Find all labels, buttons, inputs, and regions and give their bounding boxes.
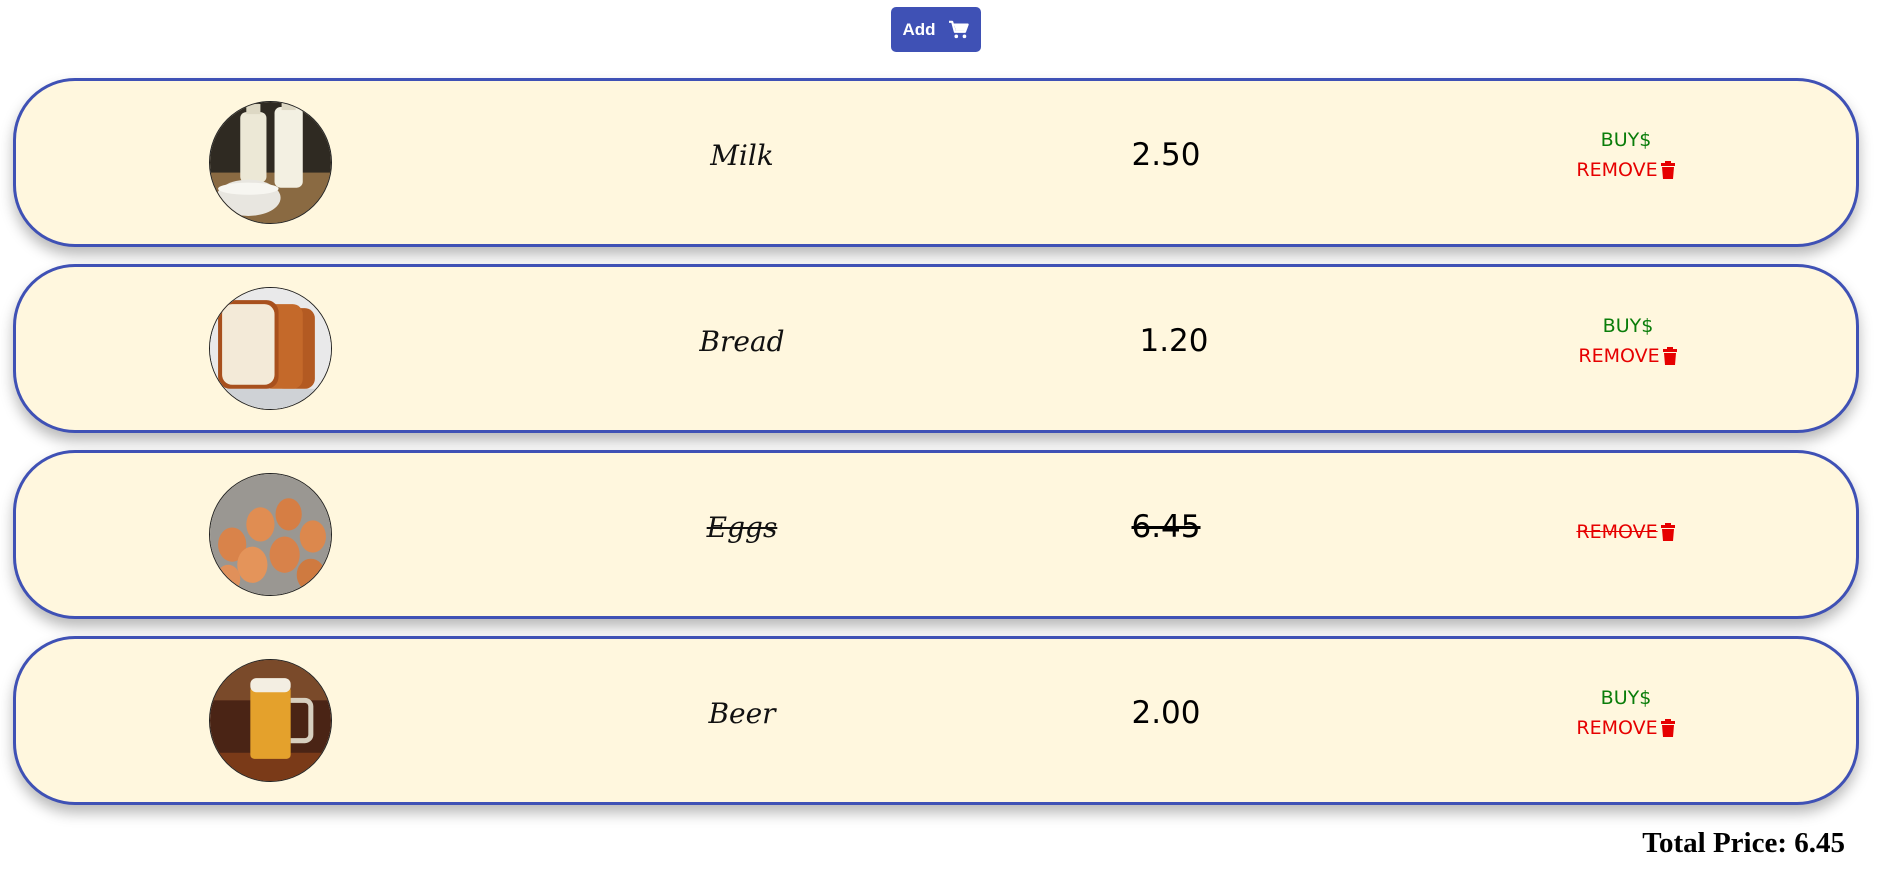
milk-image bbox=[209, 101, 332, 224]
remove-label: REMOVE bbox=[1576, 159, 1658, 181]
item-price: 6.45 bbox=[1131, 509, 1201, 545]
add-button-wrapper: Add bbox=[891, 7, 981, 52]
trash-icon bbox=[1662, 347, 1677, 365]
remove-label: REMOVE bbox=[1576, 521, 1658, 543]
item-name: Milk bbox=[710, 139, 774, 172]
remove-button[interactable]: REMOVE bbox=[1578, 345, 1677, 367]
item-name: Beer bbox=[708, 697, 776, 730]
trash-icon bbox=[1660, 523, 1675, 541]
buy-button[interactable]: BUY$ bbox=[1516, 129, 1736, 151]
total-price: Total Price: 6.45 bbox=[1642, 827, 1845, 859]
remove-button[interactable]: REMOVE bbox=[1576, 521, 1675, 543]
remove-label: REMOVE bbox=[1576, 717, 1658, 739]
item-actions: REMOVE bbox=[1516, 521, 1736, 543]
item-price: 1.20 bbox=[1139, 323, 1209, 359]
item-name: Eggs bbox=[706, 511, 778, 544]
item-price: 2.50 bbox=[1131, 137, 1201, 173]
cart-icon bbox=[948, 20, 969, 38]
item-actions: BUY$ REMOVE bbox=[1518, 315, 1738, 367]
remove-label: REMOVE bbox=[1578, 345, 1660, 367]
trash-icon bbox=[1660, 161, 1675, 179]
item-card-bread: Bread 1.20 BUY$ REMOVE bbox=[13, 264, 1859, 433]
buy-button[interactable]: BUY$ bbox=[1516, 687, 1736, 709]
add-button-label: Add bbox=[902, 19, 936, 39]
item-actions: BUY$ REMOVE bbox=[1516, 687, 1736, 739]
item-actions: BUY$ REMOVE bbox=[1516, 129, 1736, 181]
remove-button[interactable]: REMOVE bbox=[1576, 717, 1675, 739]
item-card-eggs: Eggs 6.45 REMOVE bbox=[13, 450, 1859, 619]
item-card-beer: Beer 2.00 BUY$ REMOVE bbox=[13, 636, 1859, 805]
bread-image bbox=[209, 287, 332, 410]
remove-button[interactable]: REMOVE bbox=[1576, 159, 1675, 181]
buy-button[interactable]: BUY$ bbox=[1518, 315, 1738, 337]
trash-icon bbox=[1660, 719, 1675, 737]
item-list: Milk 2.50 BUY$ REMOVE Bread 1.20 BUY$ RE… bbox=[13, 78, 1859, 822]
item-name: Bread bbox=[699, 325, 785, 358]
add-button[interactable]: Add bbox=[891, 7, 981, 52]
beer-image bbox=[209, 659, 332, 782]
eggs-image bbox=[209, 473, 332, 596]
item-price: 2.00 bbox=[1131, 695, 1201, 731]
item-card-milk: Milk 2.50 BUY$ REMOVE bbox=[13, 78, 1859, 247]
